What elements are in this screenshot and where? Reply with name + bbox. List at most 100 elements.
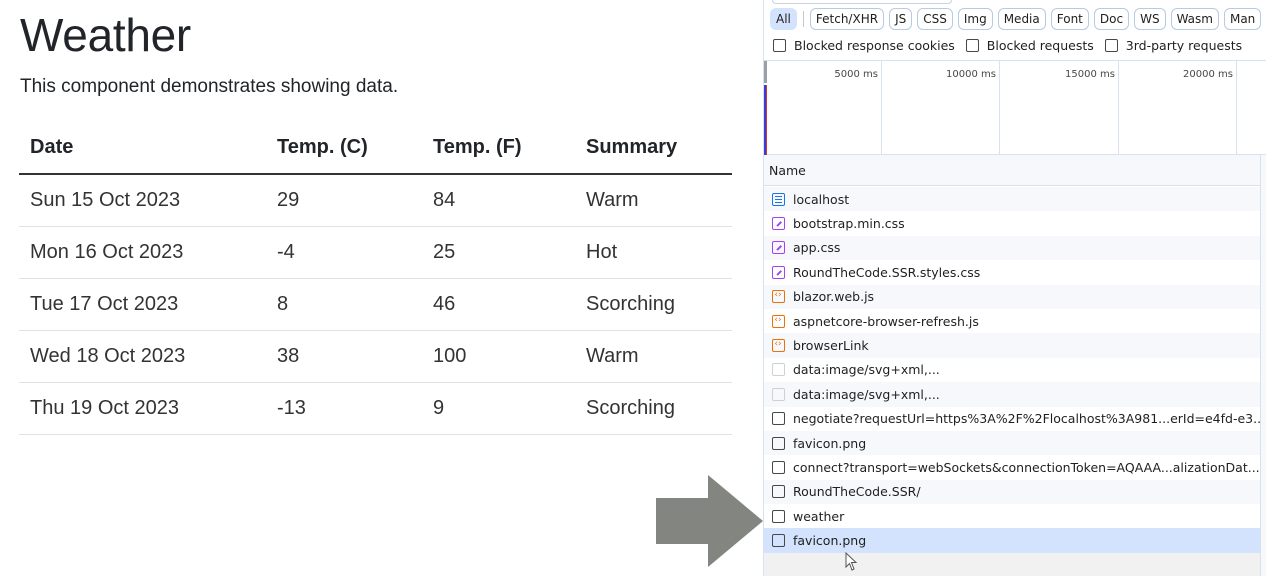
filter-input[interactable] bbox=[772, 0, 952, 4]
devtools-network-panel: All Fetch/XHR JS CSS Img Media Font Doc … bbox=[763, 0, 1266, 576]
cell-temp-c: 29 bbox=[266, 174, 422, 227]
filter-media[interactable]: Media bbox=[997, 8, 1046, 30]
network-timeline-overview[interactable]: 5000 ms 10000 ms 15000 ms 20000 ms bbox=[764, 60, 1266, 156]
request-name: RoundTheCode.SSR.styles.css bbox=[793, 264, 981, 280]
cell-date: Sun 15 Oct 2023 bbox=[19, 174, 266, 227]
cell-temp-c: -4 bbox=[266, 226, 422, 279]
request-row[interactable]: RoundTheCode.SSR/ bbox=[764, 479, 1260, 505]
stylesheet-icon bbox=[772, 265, 785, 279]
request-list: localhost bootstrap.min.css app.css Roun… bbox=[764, 187, 1260, 553]
request-name: favicon.png bbox=[793, 435, 867, 451]
image-icon bbox=[772, 363, 785, 377]
image-icon bbox=[772, 387, 785, 401]
request-row[interactable]: connect?transport=webSockets&connectionT… bbox=[764, 455, 1260, 480]
filter-separator bbox=[802, 11, 804, 27]
request-name: data:image/svg+xml,... bbox=[793, 386, 940, 402]
timeline-tick: 5000 ms bbox=[764, 61, 882, 156]
other-resource-icon bbox=[772, 534, 785, 548]
filter-fetch-xhr[interactable]: Fetch/XHR bbox=[809, 8, 885, 30]
request-row[interactable]: bootstrap.min.css bbox=[764, 211, 1260, 236]
cell-summary: Hot bbox=[575, 226, 732, 279]
filter-wasm[interactable]: Wasm bbox=[1170, 8, 1219, 30]
cell-summary: Scorching bbox=[575, 278, 732, 331]
filter-manifest[interactable]: Man bbox=[1223, 8, 1262, 30]
filter-font[interactable]: Font bbox=[1050, 8, 1089, 30]
request-row[interactable]: app.css bbox=[764, 235, 1260, 261]
other-resource-icon bbox=[772, 460, 785, 474]
request-row[interactable]: localhost bbox=[764, 187, 1260, 212]
blocked-cookies-toggle[interactable]: Blocked response cookies bbox=[773, 38, 955, 53]
blocked-requests-toggle[interactable]: Blocked requests bbox=[965, 38, 1094, 53]
table-header-row: Date Temp. (C) Temp. (F) Summary bbox=[19, 122, 732, 175]
cell-date: Mon 16 Oct 2023 bbox=[19, 226, 266, 279]
column-header-name[interactable]: Name bbox=[764, 155, 1260, 186]
filter-all[interactable]: All bbox=[770, 8, 797, 30]
request-name: RoundTheCode.SSR/ bbox=[793, 484, 921, 500]
request-row[interactable]: browserLink bbox=[764, 333, 1260, 358]
table-row: Tue 17 Oct 2023 8 46 Scorching bbox=[19, 278, 732, 331]
checkbox-label: Blocked response cookies bbox=[794, 38, 955, 53]
request-row[interactable]: favicon.png bbox=[764, 430, 1260, 456]
other-resource-icon bbox=[772, 509, 785, 523]
request-name: app.css bbox=[793, 240, 841, 256]
weather-table: Date Temp. (C) Temp. (F) Summary Sun 15 … bbox=[19, 122, 732, 435]
checkbox[interactable] bbox=[1104, 39, 1118, 52]
request-row[interactable]: negotiate?requestUrl=https%3A%2F%2Flocal… bbox=[764, 406, 1260, 431]
header-date: Date bbox=[19, 122, 266, 175]
filter-css[interactable]: CSS bbox=[917, 8, 953, 30]
request-name: bootstrap.min.css bbox=[793, 216, 905, 232]
request-name: blazor.web.js bbox=[793, 289, 875, 305]
cell-date: Tue 17 Oct 2023 bbox=[19, 278, 266, 331]
resource-type-filters: All Fetch/XHR JS CSS Img Media Font Doc … bbox=[770, 8, 1266, 30]
request-row[interactable]: data:image/svg+xml,... bbox=[764, 357, 1260, 383]
request-name: aspnetcore-browser-refresh.js bbox=[793, 313, 979, 329]
third-party-toggle[interactable]: 3rd-party requests bbox=[1104, 38, 1243, 53]
request-row[interactable]: weather bbox=[764, 504, 1260, 529]
request-name: browserLink bbox=[793, 338, 869, 354]
filter-input-edge bbox=[764, 0, 1266, 4]
document-icon bbox=[772, 192, 785, 206]
next-column bbox=[1260, 155, 1266, 576]
cell-temp-f: 84 bbox=[422, 174, 575, 227]
request-row[interactable]: data:image/svg+xml,... bbox=[764, 382, 1260, 407]
cell-temp-c: 38 bbox=[266, 330, 422, 383]
cell-summary: Warm bbox=[575, 330, 732, 383]
cell-temp-f: 46 bbox=[422, 278, 575, 331]
cell-temp-c: 8 bbox=[266, 278, 422, 331]
load-marker bbox=[766, 85, 767, 155]
script-icon bbox=[772, 287, 785, 304]
checkbox[interactable] bbox=[965, 39, 979, 52]
filter-img[interactable]: Img bbox=[957, 8, 993, 30]
checkbox-label: Blocked requests bbox=[986, 38, 1094, 53]
filter-ws[interactable]: WS bbox=[1134, 8, 1166, 30]
page-title: Weather bbox=[20, 9, 191, 61]
cell-date: Thu 19 Oct 2023 bbox=[19, 382, 266, 435]
checkbox[interactable] bbox=[773, 39, 786, 52]
stylesheet-icon bbox=[772, 217, 785, 231]
cell-temp-f: 100 bbox=[422, 330, 575, 383]
filter-js[interactable]: JS bbox=[889, 8, 913, 30]
timeline-tick: 10000 ms bbox=[882, 61, 1000, 156]
blocked-filters: Blocked response cookies Blocked request… bbox=[773, 38, 1253, 53]
filter-doc[interactable]: Doc bbox=[1093, 8, 1130, 30]
request-name: weather bbox=[793, 508, 845, 524]
timeline-tick: 15000 ms bbox=[1000, 61, 1119, 156]
other-resource-icon bbox=[772, 412, 785, 426]
arrow-right-icon bbox=[656, 475, 763, 567]
request-row[interactable]: RoundTheCode.SSR.styles.css bbox=[764, 260, 1260, 285]
other-resource-icon bbox=[772, 485, 785, 499]
other-resource-icon bbox=[772, 436, 785, 450]
checkbox-label: 3rd-party requests bbox=[1125, 38, 1243, 53]
request-name: localhost bbox=[793, 191, 850, 207]
table-row: Mon 16 Oct 2023 -4 25 Hot bbox=[19, 226, 732, 279]
weather-page: Weather This component demonstrates show… bbox=[0, 0, 763, 576]
request-row[interactable]: aspnetcore-browser-refresh.js bbox=[764, 308, 1260, 334]
header-summary: Summary bbox=[575, 122, 732, 175]
request-name: connect?transport=webSockets&connectionT… bbox=[793, 459, 1260, 475]
cell-temp-f: 9 bbox=[422, 382, 575, 435]
request-row[interactable]: blazor.web.js bbox=[764, 284, 1260, 309]
request-name: negotiate?requestUrl=https%3A%2F%2Flocal… bbox=[793, 411, 1260, 427]
request-row-selected[interactable]: favicon.png bbox=[764, 528, 1260, 553]
cell-date: Wed 18 Oct 2023 bbox=[19, 330, 266, 383]
cell-summary: Warm bbox=[575, 174, 732, 227]
